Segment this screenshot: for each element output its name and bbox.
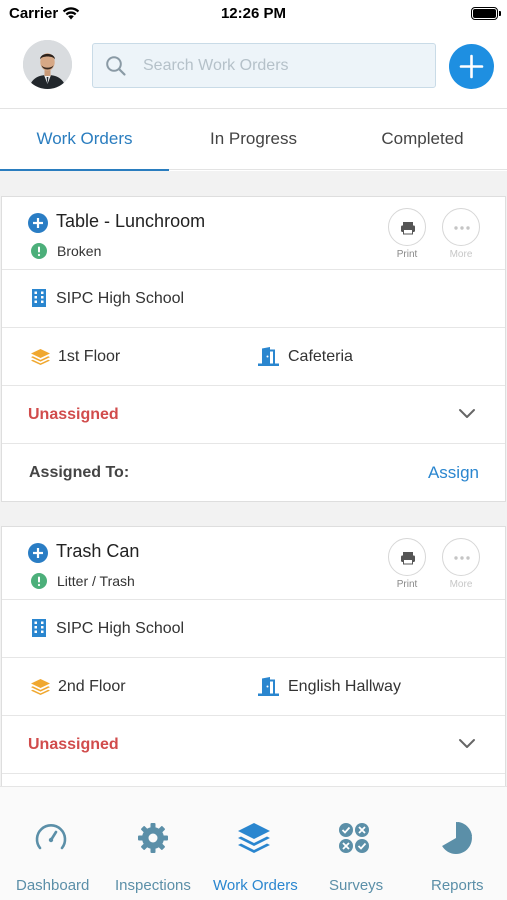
nav-work-orders-label: Work Orders xyxy=(213,877,298,894)
nav-reports[interactable]: Reports xyxy=(404,787,507,900)
pie-chart-icon xyxy=(439,821,473,860)
print-label: Print xyxy=(396,579,418,590)
more-button[interactable] xyxy=(442,538,480,576)
nav-inspections-label: Inspections xyxy=(115,877,191,894)
nav-reports-label: Reports xyxy=(431,877,484,894)
checklist-icon xyxy=(337,821,371,860)
tab-in-progress[interactable]: In Progress xyxy=(169,109,338,170)
building-name: SIPC High School xyxy=(56,620,185,637)
clock: 12:26 PM xyxy=(220,5,287,22)
assign-button[interactable]: Assign xyxy=(428,463,479,483)
work-order-title: Trash Can xyxy=(56,541,140,561)
gauge-icon xyxy=(34,821,68,860)
assigned-to-row xyxy=(2,773,505,786)
tab-bar: Work Orders In Progress Completed xyxy=(0,108,507,171)
building-name: SIPC High School xyxy=(56,290,185,307)
work-order-card[interactable]: Trash Can Litter / Trash Print More SIPC… xyxy=(1,526,506,786)
tab-completed[interactable]: Completed xyxy=(338,109,507,170)
location-row: 1st Floor Cafeteria xyxy=(2,327,505,385)
door-icon xyxy=(258,347,279,371)
nav-surveys[interactable]: Surveys xyxy=(306,787,404,900)
ellipsis-icon xyxy=(454,556,470,560)
assigned-to-row: Assigned To: Assign xyxy=(2,443,505,501)
nav-inspections[interactable]: Inspections xyxy=(102,787,204,900)
work-order-list[interactable]: Table - Lunchroom Broken Print More SIPC… xyxy=(0,171,507,786)
building-row: SIPC High School xyxy=(2,269,505,327)
more-button[interactable] xyxy=(442,208,480,246)
search-input[interactable] xyxy=(143,44,428,87)
status-bar: Carrier 12:26 PM xyxy=(0,0,507,30)
work-order-status: Broken xyxy=(57,243,102,259)
plus-circle-icon xyxy=(28,213,48,238)
plus-icon xyxy=(459,54,484,79)
chevron-down-icon[interactable] xyxy=(458,407,476,425)
assignment-status: Unassigned xyxy=(28,736,119,753)
more-label: More xyxy=(449,249,473,260)
layers-icon xyxy=(31,349,50,370)
battery-icon xyxy=(471,7,501,20)
nav-surveys-label: Surveys xyxy=(329,877,384,894)
more-label: More xyxy=(449,579,473,590)
floor-name: 2nd Floor xyxy=(58,678,126,695)
nav-dashboard[interactable]: Dashboard xyxy=(0,787,102,900)
search-bar xyxy=(92,43,436,88)
ellipsis-icon xyxy=(454,226,470,230)
location-row: 2nd Floor English Hallway xyxy=(2,657,505,715)
chevron-down-icon[interactable] xyxy=(458,737,476,755)
bottom-tab-bar: Dashboard Inspections Work Orders Survey… xyxy=(0,786,507,900)
assignment-row[interactable]: Unassigned xyxy=(2,385,505,443)
card-header: Table - Lunchroom Broken Print More xyxy=(2,197,505,269)
nav-work-orders[interactable]: Work Orders xyxy=(204,787,306,900)
room-name: English Hallway xyxy=(288,678,401,695)
print-label: Print xyxy=(396,249,418,260)
floor-name: 1st Floor xyxy=(58,348,121,365)
alert-icon xyxy=(31,243,47,264)
building-row: SIPC High School xyxy=(2,599,505,657)
layers-icon xyxy=(237,821,271,860)
work-order-title: Table - Lunchroom xyxy=(56,211,206,231)
assignment-row[interactable]: Unassigned xyxy=(2,715,505,773)
printer-icon xyxy=(401,222,415,235)
app-header xyxy=(0,30,507,108)
search-icon xyxy=(105,55,127,82)
add-work-order-button[interactable] xyxy=(449,44,494,89)
printer-icon xyxy=(401,552,415,565)
door-icon xyxy=(258,677,279,701)
plus-circle-icon xyxy=(28,543,48,568)
work-order-card[interactable]: Table - Lunchroom Broken Print More SIPC… xyxy=(1,196,506,502)
gear-icon xyxy=(136,821,170,860)
avatar[interactable] xyxy=(23,40,72,89)
building-icon xyxy=(32,619,46,642)
layers-icon xyxy=(31,679,50,700)
room-name: Cafeteria xyxy=(288,348,353,365)
tab-work-orders[interactable]: Work Orders xyxy=(0,109,169,171)
work-order-status: Litter / Trash xyxy=(57,573,135,589)
card-header: Trash Can Litter / Trash Print More xyxy=(2,527,505,599)
nav-dashboard-label: Dashboard xyxy=(16,877,90,894)
alert-icon xyxy=(31,573,47,594)
building-icon xyxy=(32,289,46,312)
print-button[interactable] xyxy=(388,538,426,576)
print-button[interactable] xyxy=(388,208,426,246)
assignment-status: Unassigned xyxy=(28,406,119,423)
assigned-to-label: Assigned To: xyxy=(29,464,130,481)
